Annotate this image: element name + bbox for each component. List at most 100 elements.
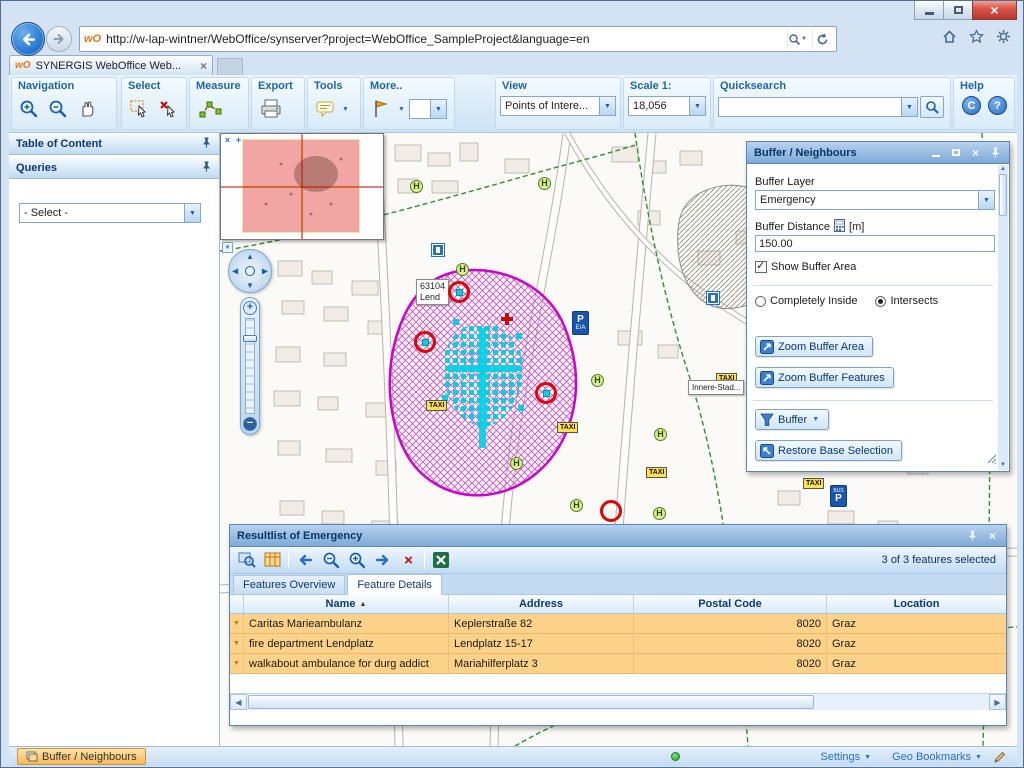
help-button[interactable]: ? [988,96,1007,115]
zoom-out-button[interactable]: − [243,417,257,431]
overview-collapse-icon[interactable]: ▼ [222,242,233,253]
column-header-postal-code[interactable]: Postal Code [634,595,827,613]
chevron-down-icon[interactable]: ▼ [599,97,615,115]
forward-button[interactable] [46,26,72,52]
tab-feature-details[interactable]: Feature Details [347,574,442,595]
buffer-neighbours-toggle[interactable]: Buffer / Neighbours [17,748,146,765]
row-expander-icon[interactable]: ▼ [233,660,240,667]
close-panel-icon[interactable]: × [986,529,999,542]
calculator-icon[interactable] [834,219,845,235]
row-expander-icon[interactable]: ▼ [233,640,240,647]
print-icon[interactable] [256,96,286,122]
address-bar[interactable]: wO http://w-lap-wintner/WebOffice/synser… [79,26,837,52]
maximize-button[interactable] [943,1,973,20]
chevron-down-icon[interactable]: ▼ [397,106,406,113]
pin-icon[interactable] [201,137,212,151]
pan-right-icon[interactable]: ▶ [262,267,268,276]
minimize-button[interactable] [914,1,944,20]
table-row[interactable]: ▼ fire department Lendplatz Lendplatz 15… [230,634,1006,654]
view-select[interactable]: Points of Intere... ▼ [500,96,616,116]
select-features-icon[interactable] [236,550,257,571]
chevron-down-icon[interactable]: ▼ [341,106,350,113]
scroll-down-icon[interactable]: ▼ [1000,461,1006,470]
zoom-buffer-features-button[interactable]: Zoom Buffer Features [755,367,894,388]
column-header-location[interactable]: Location [827,595,1006,613]
pan-compass[interactable]: ▲ ▼ ◀ ▶ [228,249,272,293]
zoom-all-icon[interactable] [346,550,367,571]
pan-left-icon[interactable]: ◀ [232,267,238,276]
chevron-down-icon[interactable]: ▼ [689,97,705,115]
chevron-down-icon[interactable]: ▼ [901,98,917,116]
clear-selection-icon[interactable] [155,96,181,122]
pin-panel-icon[interactable] [989,146,1002,159]
browser-tab[interactable]: wO SYNERGIS WebOffice Web... × [9,55,213,75]
toc-panel-header[interactable]: Table of Content [9,133,219,155]
search-dropdown-icon[interactable]: ▼ [787,28,807,50]
overview-map[interactable] [220,133,384,240]
gear-icon[interactable] [996,29,1011,44]
close-panel-icon[interactable]: × [969,146,982,159]
zoom-in-icon[interactable] [16,96,42,122]
go-next-icon[interactable] [372,550,393,571]
pan-hand-icon[interactable] [74,96,100,122]
zoom-slider-thumb[interactable] [243,335,257,342]
new-tab-button[interactable] [217,58,243,75]
pin-panel-icon[interactable] [966,529,979,542]
restore-base-selection-button[interactable]: Restore Base Selection [755,440,902,461]
edit-pencil-icon[interactable] [993,750,1007,768]
table-row[interactable]: ▼ walkabout ambulance for durg addict Ma… [230,654,1006,674]
table-row[interactable]: ▼ Caritas Marieambulanz Keplerstraße 82 … [230,614,1006,634]
pin-icon[interactable] [201,161,212,175]
minimize-panel-icon[interactable] [929,146,942,159]
select-by-rectangle-icon[interactable] [126,96,152,122]
zoom-slider[interactable] [245,318,255,414]
horizontal-scrollbar[interactable]: ◀ ▶ [230,693,1006,710]
pan-center-icon[interactable] [245,266,255,276]
zoom-selected-icon[interactable] [320,550,341,571]
back-button[interactable] [11,22,45,56]
overview-close-icon[interactable]: × [222,135,233,146]
close-button[interactable]: × [972,1,1017,20]
show-buffer-checkbox[interactable]: ✓ [755,261,767,273]
buffer-layer-select[interactable]: Emergency ▼ [755,190,995,210]
pan-up-icon[interactable]: ▲ [246,252,254,261]
query-select[interactable]: - Select - ▼ [19,203,201,223]
measure-icon[interactable] [194,96,228,122]
quicksearch-input[interactable]: ▼ [718,97,918,117]
settings-menu[interactable]: Settings▼ [820,751,872,763]
clear-selection-icon[interactable]: × [398,550,419,571]
row-expander-icon[interactable]: ▼ [233,620,240,627]
completely-inside-radio[interactable] [755,296,766,307]
home-icon[interactable] [942,29,957,44]
pan-down-icon[interactable]: ▼ [246,281,254,290]
zoom-buffer-area-button[interactable]: Zoom Buffer Area [755,336,873,357]
url-text[interactable]: http://w-lap-wintner/WebOffice/synserver… [106,32,782,46]
scrollbar-thumb[interactable] [248,695,814,709]
chevron-down-icon[interactable]: ▼ [811,416,820,423]
buffer-button[interactable]: Buffer ▼ [755,409,829,430]
restore-panel-icon[interactable] [949,146,962,159]
queries-panel-header[interactable]: Queries [9,157,219,179]
chevron-down-icon[interactable]: ▼ [184,204,200,222]
go-previous-icon[interactable] [294,550,315,571]
scroll-up-icon[interactable]: ▲ [1000,165,1006,174]
search-button[interactable] [920,96,944,118]
zoom-out-icon[interactable] [45,96,71,122]
scroll-left-icon[interactable]: ◀ [230,694,247,710]
table-settings-icon[interactable] [262,550,283,571]
geo-bookmarks-menu[interactable]: Geo Bookmarks▼ [892,751,983,763]
chevron-down-icon[interactable]: ▼ [430,100,446,118]
panel-resize-grip[interactable] [987,451,997,469]
overview-move-icon[interactable]: + [233,135,244,146]
scrollbar-thumb[interactable] [999,174,1007,216]
intersects-radio[interactable] [875,296,886,307]
maptip-balloon-icon[interactable] [312,96,338,122]
context-help-button[interactable]: C [962,96,981,115]
zoom-in-button[interactable]: + [243,301,257,315]
refresh-icon[interactable] [812,28,832,50]
more-tools-icon[interactable] [368,96,394,122]
scale-select[interactable]: 18,056 ▼ [628,96,706,116]
buffer-distance-input[interactable] [755,235,995,252]
tab-close-icon[interactable]: × [200,61,207,71]
favorites-star-icon[interactable] [969,29,984,44]
